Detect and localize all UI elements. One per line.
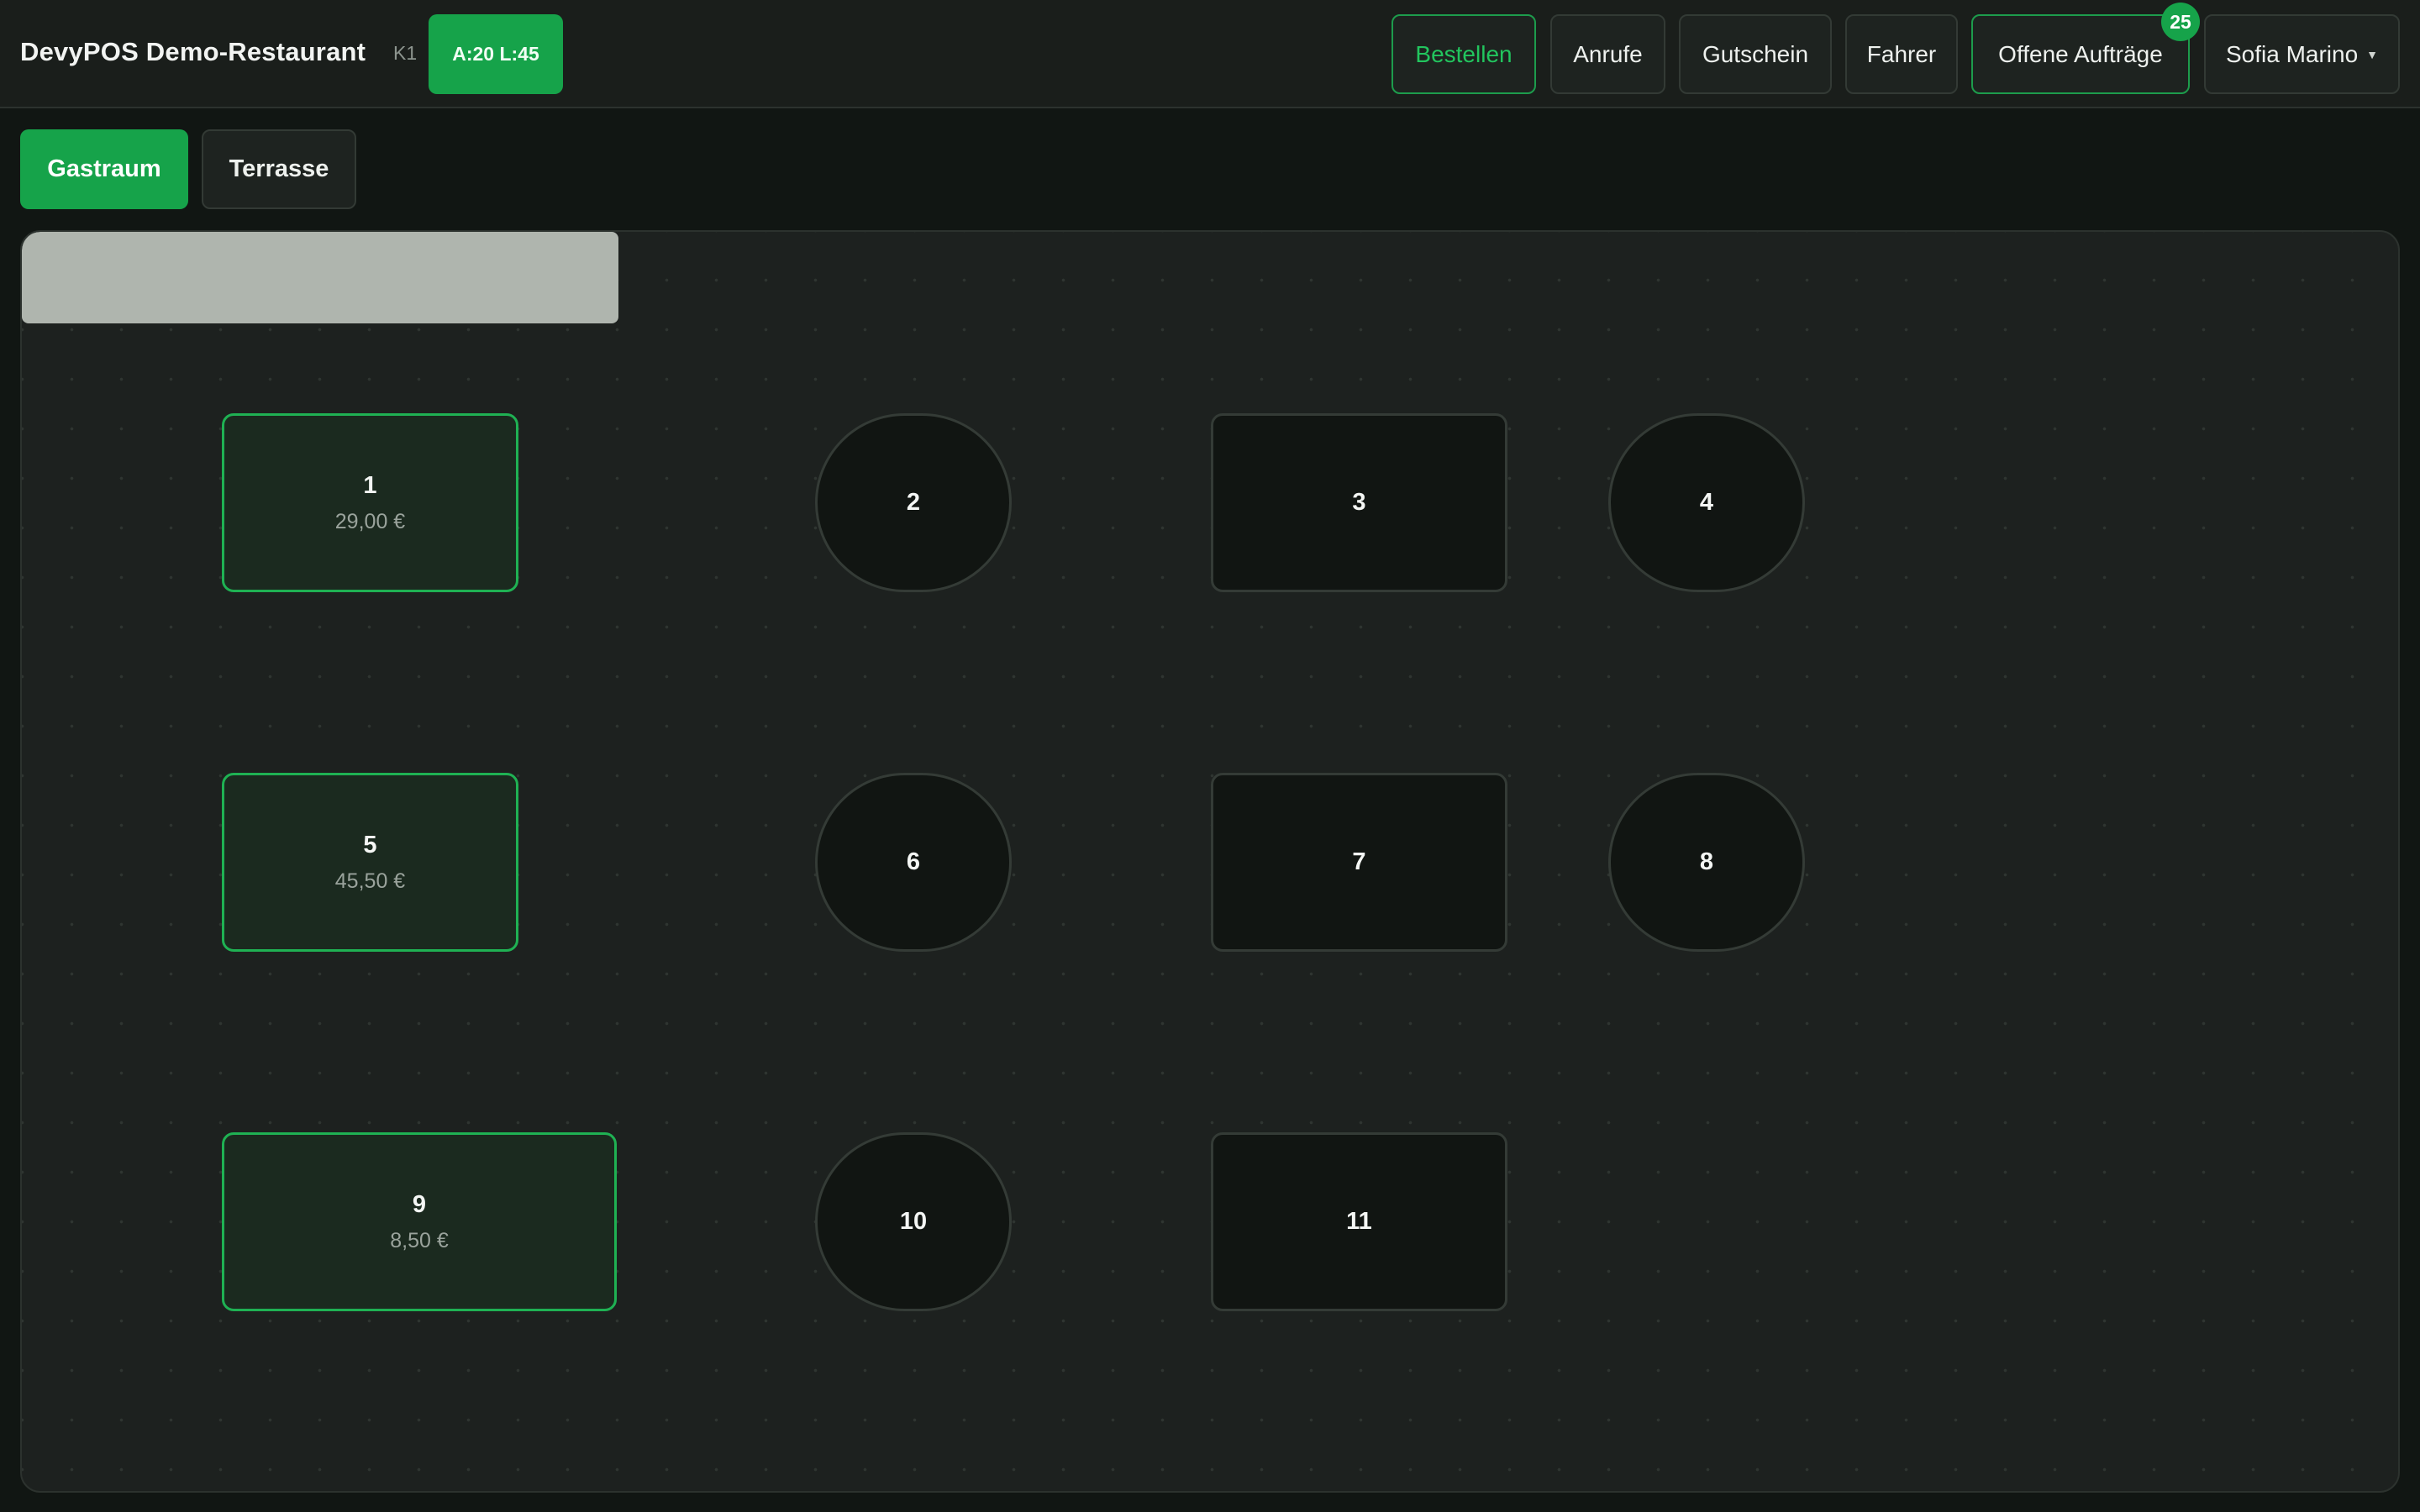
table-7[interactable]: 7 <box>1211 773 1507 952</box>
floor-plan: 1 29,00 € 2 3 4 5 45,50 € 6 7 8 9 8,50 €… <box>20 230 2400 1493</box>
order-button[interactable]: Bestellen <box>1392 14 1536 94</box>
top-bar: DevyPOS Demo-Restaurant K1 A:20 L:45 Bes… <box>0 0 2420 108</box>
voucher-button[interactable]: Gutschein <box>1679 14 1832 94</box>
chevron-down-icon: ▼ <box>2366 47 2379 61</box>
table-number: 6 <box>906 848 921 875</box>
table-amount: 29,00 € <box>334 509 406 533</box>
table-number: 5 <box>363 831 377 858</box>
floor-plan-header-bar <box>22 232 618 323</box>
table-number: 1 <box>363 471 377 499</box>
table-number: 9 <box>412 1190 427 1218</box>
open-orders-count-badge: 25 <box>2161 3 2200 41</box>
table-8[interactable]: 8 <box>1608 773 1805 952</box>
table-number: 4 <box>1699 489 1714 516</box>
table-2[interactable]: 2 <box>815 413 1012 592</box>
app-title: DevyPOS Demo-Restaurant <box>20 37 366 66</box>
drivers-button[interactable]: Fahrer <box>1845 14 1958 94</box>
table-3[interactable]: 3 <box>1211 413 1507 592</box>
table-5[interactable]: 5 45,50 € <box>222 773 518 952</box>
table-number: 3 <box>1352 489 1366 516</box>
table-number: 7 <box>1352 848 1366 875</box>
table-9[interactable]: 9 8,50 € <box>222 1132 617 1311</box>
user-menu-button[interactable]: Sofia Marino ▼ <box>2204 14 2400 94</box>
table-11[interactable]: 11 <box>1211 1132 1507 1311</box>
table-number: 8 <box>1699 848 1714 875</box>
table-number: 10 <box>899 1208 928 1235</box>
user-name: Sofia Marino <box>2225 40 2359 67</box>
table-amount: 45,50 € <box>334 869 406 893</box>
table-number: 11 <box>1346 1208 1372 1235</box>
order-counter-badge[interactable]: A:20 L:45 <box>429 14 563 94</box>
table-10[interactable]: 10 <box>815 1132 1012 1311</box>
tab-gastraum[interactable]: Gastraum <box>20 129 188 209</box>
open-orders-label: Offene Aufträge <box>1998 40 2163 67</box>
table-4[interactable]: 4 <box>1608 413 1805 592</box>
table-1[interactable]: 1 29,00 € <box>222 413 518 592</box>
table-6[interactable]: 6 <box>815 773 1012 952</box>
table-number: 2 <box>906 489 921 516</box>
open-orders-button[interactable]: Offene Aufträge 25 <box>1971 3 2200 94</box>
terminal-id: K1 <box>393 42 418 64</box>
calls-button[interactable]: Anrufe <box>1550 14 1665 94</box>
tab-terrasse[interactable]: Terrasse <box>202 129 356 209</box>
table-amount: 8,50 € <box>390 1228 449 1252</box>
